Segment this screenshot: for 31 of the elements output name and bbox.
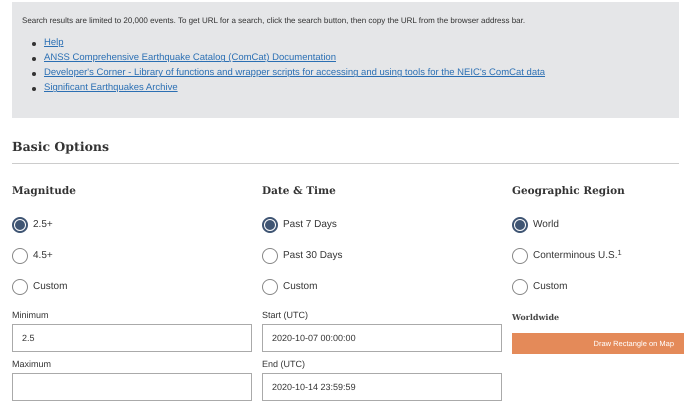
field-label: Start (UTC)	[262, 308, 309, 322]
text-field[interactable]	[12, 372, 252, 401]
doc-link[interactable]: Developer's Corner - Library of functions and wrapper scripts for accessing and using tools for the NEIC's ComCat data	[44, 66, 546, 81]
field-label: Minimum	[12, 308, 50, 322]
column-title: Magnitude	[12, 184, 77, 199]
text-field[interactable]: 2020-10-14 23:59:59	[262, 372, 502, 401]
radio-option[interactable]: Custom	[262, 276, 502, 297]
radio-option[interactable]: World	[512, 214, 684, 235]
doc-link[interactable]: Help	[44, 36, 64, 51]
text-field[interactable]: 2.5	[12, 324, 252, 352]
column-title: Date & Time	[262, 184, 337, 199]
notice-text: Search results are limited to 20,000 events. To get URL for a search, click the search button, then copy the URL from the browser address bar.	[22, 16, 526, 26]
bullet-icon	[32, 86, 36, 90]
section-title: Basic Options	[12, 138, 679, 164]
radio-option[interactable]: Custom	[512, 276, 684, 297]
radio-option[interactable]: Conterminous U.S.$^{1}$	[512, 246, 684, 266]
radio-option[interactable]: Custom	[12, 276, 252, 297]
doc-link[interactable]: ANSS Comprehensive Earthquake Catalog (ComCat) Documentation	[44, 51, 336, 66]
region-label: Worldwide	[512, 310, 560, 323]
field-label: End (UTC)	[262, 358, 306, 371]
radio-option[interactable]: Past 7 Days	[262, 214, 502, 235]
bullet-icon	[32, 72, 36, 76]
radio-option[interactable]: 2.5+	[12, 214, 252, 235]
bullet-icon	[32, 56, 36, 60]
field-label: Maximum	[12, 358, 52, 371]
radio-option[interactable]: 4.5+	[12, 246, 252, 266]
text-field[interactable]: 2020-10-07 00:00:00	[262, 324, 502, 352]
radio-option[interactable]: Past 30 Days	[262, 246, 502, 266]
column-title: Geographic Region	[512, 184, 626, 199]
doc-link[interactable]: Significant Earthquakes Archive	[44, 81, 178, 96]
bullet-icon	[32, 42, 36, 46]
